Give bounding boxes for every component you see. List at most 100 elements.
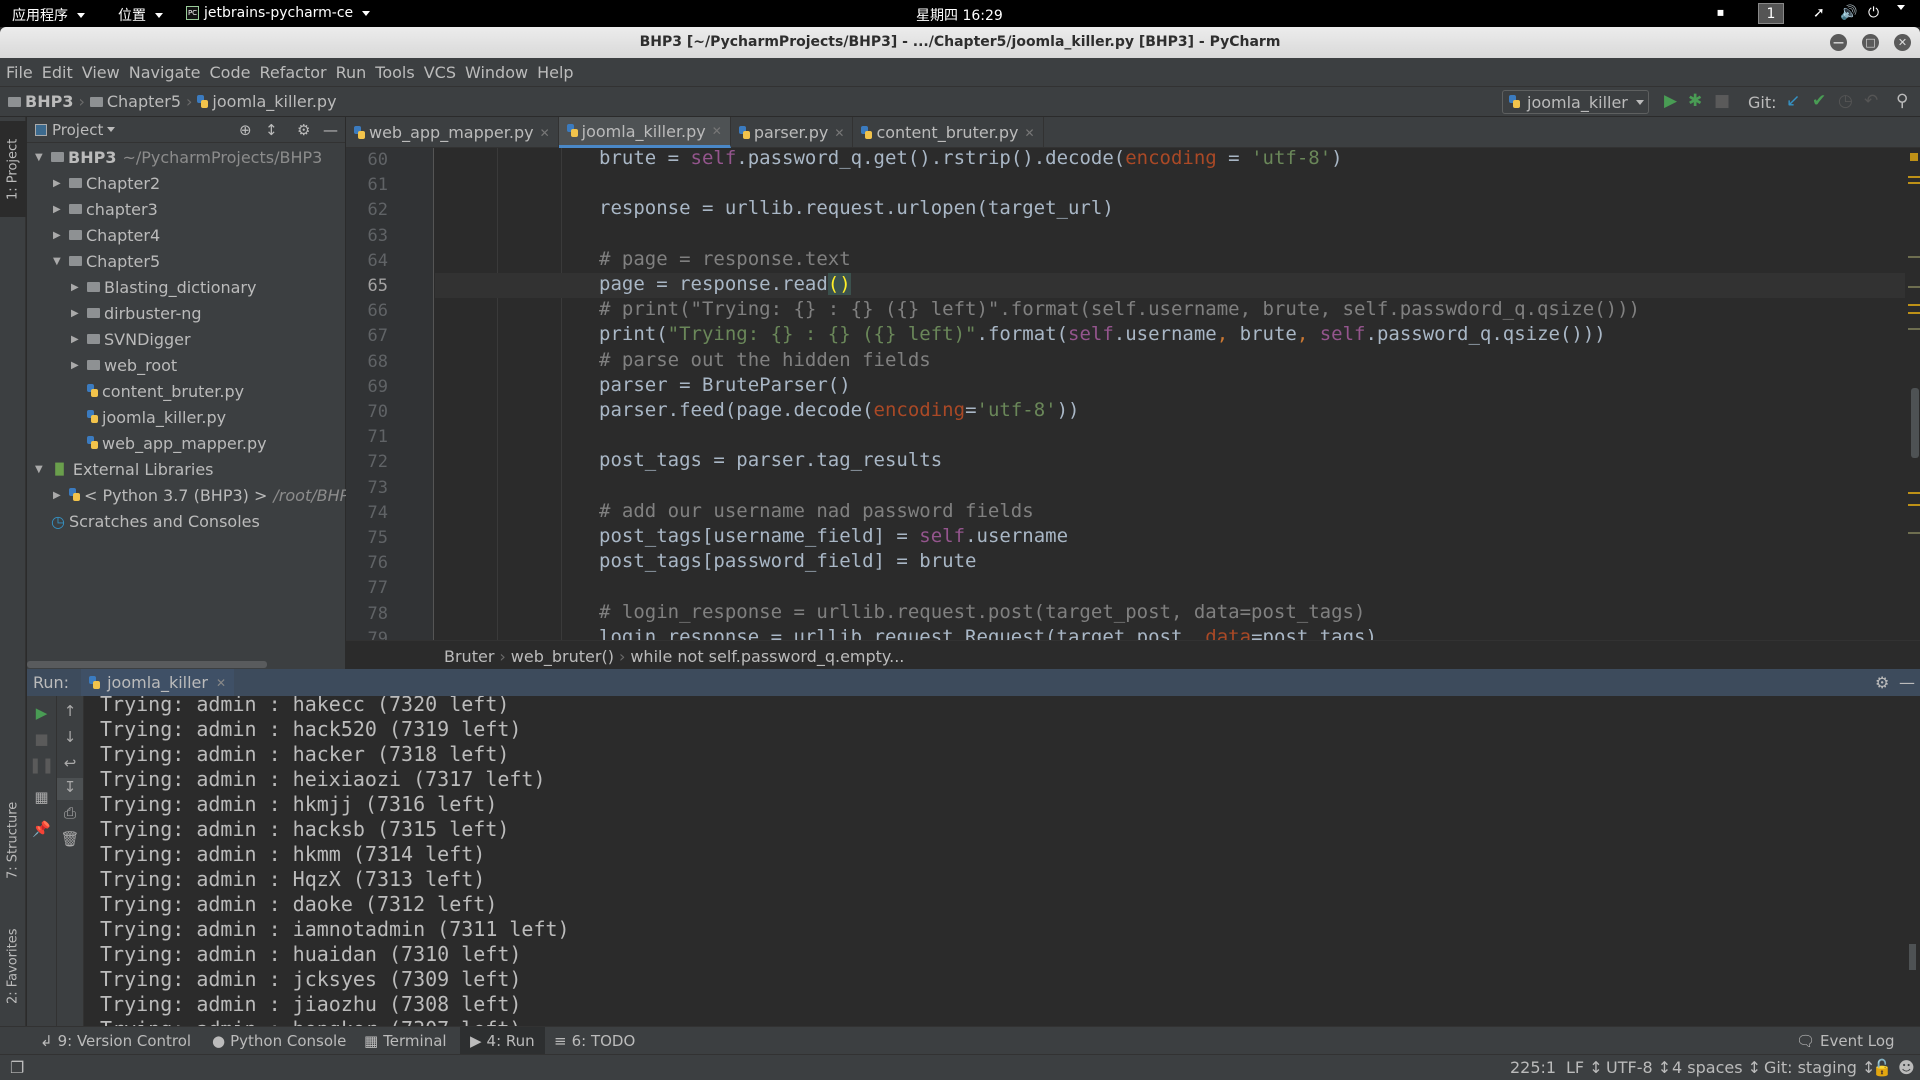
- locate-file-icon[interactable]: ⊕: [239, 121, 252, 139]
- tab-web-app-mapper[interactable]: web_app_mapper.py ✕: [346, 117, 559, 148]
- run-button[interactable]: ▶: [1664, 91, 1677, 111]
- tree-item[interactable]: ▶ Chapter2: [53, 170, 160, 196]
- git-history-icon[interactable]: ◷: [1838, 91, 1853, 111]
- places-menu[interactable]: 位置: [118, 5, 163, 25]
- tree-item[interactable]: ▼ Chapter5: [53, 248, 160, 274]
- marker[interactable]: [1908, 286, 1920, 288]
- warning-marker[interactable]: [1910, 153, 1918, 161]
- apps-menu[interactable]: 应用程序: [12, 5, 85, 25]
- tool-window-python-console[interactable]: ● Python Console: [212, 1027, 346, 1054]
- hide-panel-icon[interactable]: —: [323, 121, 338, 139]
- caret-position[interactable]: 225:1: [1510, 1058, 1556, 1077]
- scroll-to-end-icon[interactable]: ↧: [57, 778, 83, 800]
- tool-window-version-control[interactable]: ↲ 9: Version Control: [40, 1027, 191, 1054]
- expand-right-icon[interactable]: ▶: [53, 230, 63, 241]
- breadcrumb-file[interactable]: joomla_killer.py: [212, 92, 336, 111]
- line-separator-selector[interactable]: LF ↕: [1566, 1058, 1603, 1077]
- warning-marker[interactable]: [1908, 492, 1920, 494]
- menu-navigate[interactable]: Navigate: [129, 63, 201, 82]
- run-console-output[interactable]: Trying: admin : hakecc (7320 left) Trying…: [84, 696, 1920, 1026]
- expand-down-icon[interactable]: ▼: [35, 152, 45, 163]
- rerun-button[interactable]: ▶: [27, 704, 56, 722]
- inspector-icon[interactable]: ☻: [1898, 1058, 1915, 1077]
- warning-marker[interactable]: [1908, 504, 1920, 506]
- scroll-up-icon[interactable]: ↑: [57, 702, 83, 720]
- warning-marker[interactable]: [1908, 182, 1920, 184]
- workspace-indicator[interactable]: 1: [1758, 3, 1784, 24]
- warning-marker[interactable]: [1908, 176, 1920, 178]
- expand-right-icon[interactable]: ▶: [71, 308, 81, 319]
- system-menu-chevron-icon[interactable]: [1893, 5, 1905, 10]
- menu-view[interactable]: View: [82, 63, 120, 82]
- warning-marker[interactable]: [1908, 312, 1920, 314]
- search-everywhere-icon[interactable]: ⚲: [1896, 91, 1908, 111]
- tree-item[interactable]: ▶ web_root: [71, 352, 177, 378]
- menu-edit[interactable]: Edit: [42, 63, 73, 82]
- git-rollback-icon[interactable]: ↶: [1864, 91, 1878, 111]
- tool-tab-favorites[interactable]: 2: Favorites: [0, 907, 26, 1025]
- clock[interactable]: 星期四 16:29: [916, 5, 1003, 25]
- expand-right-icon[interactable]: ▶: [71, 334, 81, 345]
- code-breadcrumb-class[interactable]: Bruter: [444, 647, 494, 666]
- volume-icon[interactable]: 🔊: [1840, 5, 1857, 21]
- breadcrumb-folder[interactable]: Chapter5: [107, 92, 181, 111]
- chevron-down-icon[interactable]: [107, 127, 116, 132]
- tree-item[interactable]: ▼ ▐▌ External Libraries: [35, 456, 214, 482]
- tool-window-run[interactable]: ▶ 4: Run: [460, 1027, 545, 1054]
- vcs-branch-selector[interactable]: Git: staging ↕: [1764, 1058, 1875, 1077]
- tree-item[interactable]: ▶ Chapter4: [53, 222, 160, 248]
- minimize-button[interactable]: —: [1830, 34, 1847, 51]
- tree-item[interactable]: ▼ BHP3 ~/PycharmProjects/BHP3: [35, 144, 322, 170]
- console-scrollbar[interactable]: [1909, 944, 1916, 970]
- tree-item[interactable]: ▶ Blasting_dictionary: [71, 274, 256, 300]
- close-tab-icon[interactable]: ✕: [540, 126, 550, 140]
- close-button[interactable]: ✕: [1894, 34, 1911, 51]
- expand-right-icon[interactable]: ▶: [71, 282, 81, 293]
- toggle-tool-windows-icon[interactable]: ❐: [10, 1058, 24, 1077]
- marker[interactable]: [1908, 256, 1920, 258]
- expand-down-icon[interactable]: ▼: [35, 464, 45, 475]
- expand-down-icon[interactable]: ▼: [53, 256, 63, 267]
- git-update-icon[interactable]: ↙: [1786, 91, 1800, 111]
- collapse-all-icon[interactable]: ↕: [265, 121, 278, 139]
- tree-item[interactable]: web_app_mapper.py: [71, 430, 267, 456]
- horizontal-scrollbar[interactable]: [27, 661, 267, 668]
- tree-item[interactable]: ▶ chapter3: [53, 196, 158, 222]
- expand-right-icon[interactable]: ▶: [53, 204, 63, 215]
- debug-button[interactable]: ✱: [1688, 91, 1702, 111]
- menu-help[interactable]: Help: [537, 63, 573, 82]
- pause-button[interactable]: ❚❚: [27, 756, 56, 774]
- expand-right-icon[interactable]: ▶: [53, 490, 63, 501]
- maximize-button[interactable]: □: [1862, 34, 1879, 51]
- tree-item[interactable]: ▶ < Python 3.7 (BHP3) > /root/BHP3: [53, 482, 359, 508]
- gear-icon[interactable]: ⚙: [1875, 673, 1889, 692]
- expand-right-icon[interactable]: ▶: [71, 360, 81, 371]
- menu-window[interactable]: Window: [465, 63, 528, 82]
- gear-icon[interactable]: ⚙: [297, 121, 310, 139]
- stop-button[interactable]: ■: [1714, 91, 1730, 111]
- menu-run[interactable]: Run: [336, 63, 367, 82]
- tool-tab-structure[interactable]: 7: Structure: [0, 785, 26, 895]
- close-tab-icon[interactable]: ✕: [712, 124, 722, 138]
- encoding-selector[interactable]: UTF-8 ↕: [1606, 1058, 1671, 1077]
- run-tab-joomla-killer[interactable]: joomla_killer ✕: [81, 669, 235, 696]
- active-app-menu[interactable]: PC jetbrains-pycharm-ce: [186, 5, 371, 21]
- restore-layout-icon[interactable]: ▦: [27, 788, 56, 806]
- stop-button[interactable]: ■: [27, 730, 56, 748]
- tree-item[interactable]: ▶ dirbuster-ng: [71, 300, 202, 326]
- network-icon[interactable]: ➚: [1813, 5, 1825, 21]
- tab-joomla-killer[interactable]: joomla_killer.py ✕: [558, 117, 731, 148]
- menu-tools[interactable]: Tools: [375, 63, 414, 82]
- warning-marker[interactable]: [1908, 304, 1920, 306]
- soft-wrap-icon[interactable]: ↩: [57, 754, 83, 772]
- menu-code[interactable]: Code: [210, 63, 251, 82]
- scroll-down-icon[interactable]: ↓: [57, 728, 83, 746]
- tool-tab-project[interactable]: 1: Project: [0, 121, 26, 217]
- code-breadcrumb-function[interactable]: web_bruter(): [511, 647, 614, 666]
- camera-icon[interactable]: ⏹: [1717, 5, 1724, 21]
- tab-content-bruter[interactable]: content_bruter.py ✕: [853, 117, 1044, 148]
- event-log-button[interactable]: 🗨 Event Log: [1796, 1027, 1895, 1054]
- git-commit-icon[interactable]: ✔: [1812, 91, 1826, 111]
- menu-vcs[interactable]: VCS: [424, 63, 456, 82]
- hide-panel-icon[interactable]: —: [1899, 673, 1915, 692]
